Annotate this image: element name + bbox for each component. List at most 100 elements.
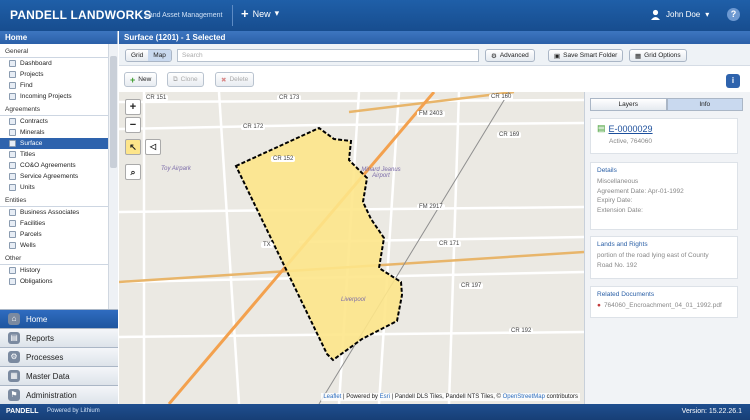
sidebar-item-label: History [20, 267, 41, 274]
incoming-projects-icon [9, 93, 16, 100]
search-input[interactable]: Search [177, 49, 479, 62]
grid-view-button[interactable]: Grid [126, 50, 149, 61]
sidebar-item-business-associates[interactable]: Business Associates [0, 207, 108, 218]
zoom-out-button[interactable]: − [125, 117, 141, 133]
road-label: CR 151 [144, 95, 169, 101]
grid-options-button[interactable]: ▦ Grid Options [629, 49, 687, 62]
road-label: CR 152 [271, 156, 296, 162]
sidebar-item-parcels[interactable]: Parcels [0, 229, 108, 240]
place-label: Minard Jeanus Airport [361, 167, 401, 179]
map-view[interactable]: CR 151 CR 173 CR 160 CR 172 CR 169 FM 2403 CR … [119, 92, 584, 404]
sidebar-item-label: Wells [20, 242, 36, 249]
clone-icon: ⧉ [173, 75, 178, 83]
place-label: Liverpool [341, 297, 366, 303]
save-smart-folder-button[interactable]: ▣ Save Smart Folder [548, 49, 624, 62]
brand-logo: PANDELL LANDWORKS [10, 8, 152, 22]
obligations-icon [9, 278, 16, 285]
nav-button-label: Processes [26, 352, 64, 362]
delete-label: Delete [229, 76, 249, 83]
sidebar-item-obligations[interactable]: Obligations [0, 276, 108, 287]
document-link[interactable]: 764060_Encroachment_04_01_1992.pdf [604, 301, 722, 311]
nav-button-administration[interactable]: ⚑ Administration [0, 385, 118, 404]
road-label: CR 169 [497, 132, 522, 138]
new-menu-label: New [252, 8, 271, 19]
nav-button-master-data[interactable]: ▦ Master Data [0, 366, 118, 385]
sidebar-item-history[interactable]: History [0, 265, 108, 276]
tab-info[interactable]: Info [666, 98, 743, 111]
surface-icon [9, 140, 16, 147]
tab-layers[interactable]: Layers [590, 98, 667, 111]
advanced-button[interactable]: ⚙ Advanced [485, 49, 535, 62]
record-status: Active, 764060 [609, 138, 653, 145]
leaflet-link[interactable]: Leaflet [323, 394, 341, 400]
delete-button[interactable]: ✖ Delete [215, 72, 255, 87]
eraser-tool-icon[interactable]: ◁ [145, 139, 161, 155]
nav-button-reports[interactable]: ▤ Reports [0, 328, 118, 347]
add-icon: + [130, 74, 136, 85]
sidebar-item-service-agreements[interactable]: Service Agreements [0, 171, 108, 182]
dashboard-icon [9, 60, 16, 67]
sidebar-item-minerals[interactable]: Minerals [0, 127, 108, 138]
search-icon[interactable]: ⌕ [125, 164, 141, 180]
map-view-button[interactable]: Map [148, 50, 171, 61]
sidebar-item-contracts[interactable]: Contracts [0, 116, 108, 127]
road-label: CR 160 [489, 94, 514, 100]
esri-link[interactable]: Esri [380, 394, 390, 400]
grid-icon: ▦ [635, 52, 642, 60]
nav-scrollbar[interactable] [108, 44, 118, 309]
map-canvas [119, 92, 584, 404]
sidebar-item-titles[interactable]: Titles [0, 149, 108, 160]
sidebar-item-projects[interactable]: Projects [0, 69, 108, 80]
sidebar-item-surface[interactable]: Surface [0, 138, 108, 149]
grid-options-label: Grid Options [644, 52, 681, 59]
scrollbar-thumb[interactable] [110, 56, 117, 168]
sidebar-item-facilities[interactable]: Facilities [0, 218, 108, 229]
nav-button-home[interactable]: ⌂ Home [0, 309, 118, 328]
footer-version: Version: 15.22.26.1 [681, 408, 742, 415]
nav-button-processes[interactable]: ⚙ Processes [0, 347, 118, 366]
road-label: CR 192 [509, 328, 534, 334]
sidebar-item-dashboard[interactable]: Dashboard [0, 58, 108, 69]
zoom-in-button[interactable]: + [125, 99, 141, 115]
main-title: Surface (1201) - 1 Selected [119, 31, 750, 44]
facilities-icon [9, 220, 16, 227]
details-title: Details [597, 167, 617, 174]
openstreetmap-link[interactable]: OpenStreetMap [503, 394, 545, 400]
road-label: CR 172 [241, 124, 266, 130]
nav-section-label: Entities [0, 194, 108, 207]
sidebar-item-units[interactable]: Units [0, 182, 108, 193]
user-icon [651, 9, 660, 20]
units-icon [9, 184, 16, 191]
nav-section-label: Agreements [0, 103, 108, 116]
details-line: Miscellaneous [597, 178, 639, 185]
nav-section-label: Other [0, 252, 108, 265]
help-icon[interactable]: ? [727, 8, 740, 21]
lands-text: portion of the road lying east of County… [597, 252, 709, 269]
sidebar-item-wells[interactable]: Wells [0, 240, 108, 251]
record-id-link[interactable]: E-0000029 [609, 124, 653, 134]
record-card: ▤ E-0000029 Active, 764060 [590, 118, 738, 154]
road-label: CR 173 [277, 95, 302, 101]
place-label: Toy Airpark [161, 166, 191, 172]
sidebar-item-find[interactable]: Find [0, 80, 108, 91]
new-menu-button[interactable]: + New ▾ [241, 7, 279, 20]
new-record-button[interactable]: + New [124, 72, 158, 87]
sidebar-item-incoming-projects[interactable]: Incoming Projects [0, 91, 108, 102]
nav-section-label: General [0, 45, 108, 58]
sidebar-item-label: Dashboard [20, 60, 52, 67]
info-icon[interactable]: i [726, 74, 740, 88]
parcels-icon [9, 231, 16, 238]
road-label: FM 2917 [417, 204, 445, 210]
footer: PANDELL Powered by Lithium Version: 15.2… [0, 404, 750, 420]
select-tool-icon[interactable]: ↖ [125, 139, 141, 155]
home-icon: ⌂ [8, 313, 20, 325]
clone-button[interactable]: ⧉ Clone [167, 72, 204, 87]
titles-icon [9, 151, 16, 158]
master-data-icon: ▦ [8, 370, 20, 382]
sidebar-item-co-o-agreements[interactable]: CO&O Agreements [0, 160, 108, 171]
user-menu[interactable]: John Doe ▾ [650, 9, 709, 20]
attribution-text: | Powered by [341, 394, 380, 400]
toolbar: Grid Map Search ⚙ Advanced ▣ Save Smart … [119, 44, 750, 66]
action-bar: + New ⧉ Clone ✖ Delete i [119, 67, 750, 92]
projects-icon [9, 71, 16, 78]
